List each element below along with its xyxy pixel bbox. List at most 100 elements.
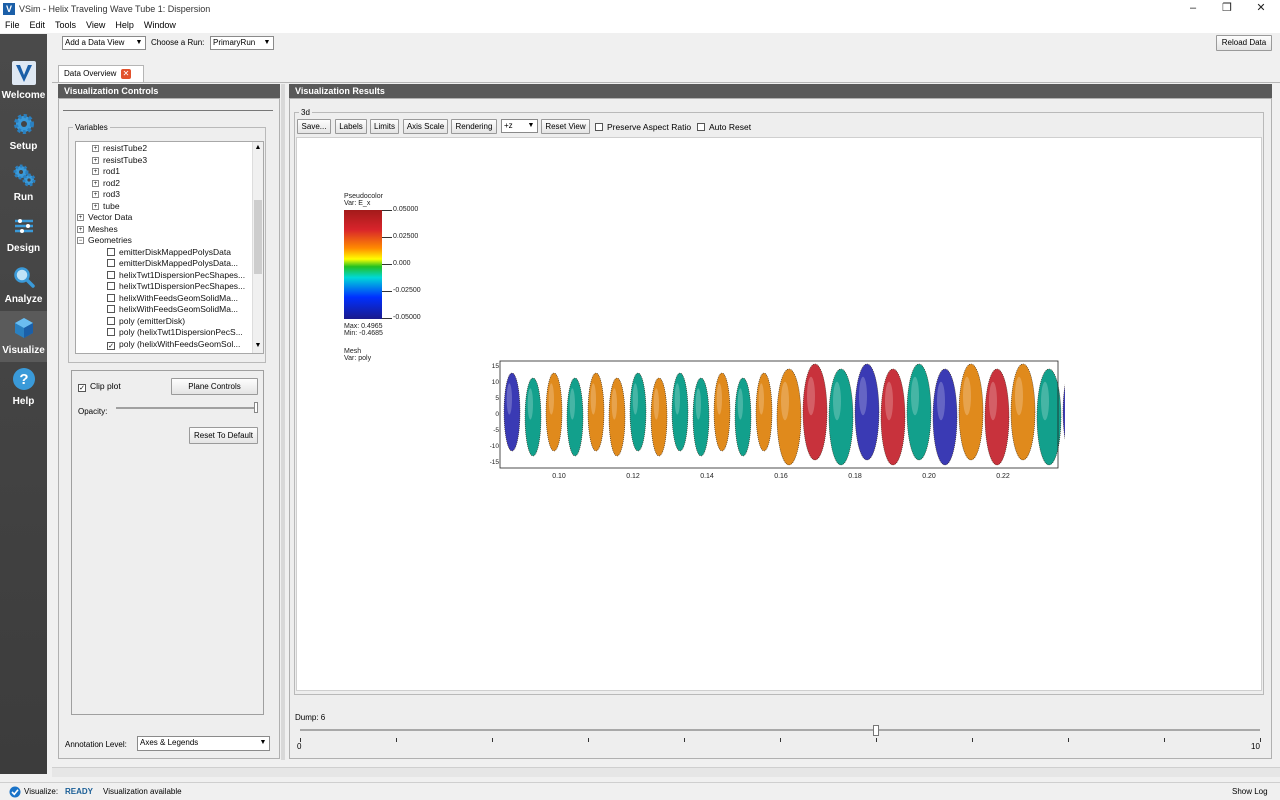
nav-label: Design [6, 243, 41, 254]
tree-item[interactable]: poly (emitterDisk) [107, 316, 185, 327]
choose-run-combo[interactable]: PrimaryRun ▼ [210, 36, 274, 50]
dump-slider[interactable] [300, 729, 1260, 731]
scroll-down-icon[interactable]: ▼ [254, 341, 262, 351]
menu-help[interactable]: Help [110, 20, 139, 30]
tree-item[interactable]: helixWithFeedsGeomSolidMa... [107, 293, 238, 304]
opacity-slider-handle[interactable] [254, 402, 258, 413]
expand-icon[interactable]: + [92, 168, 99, 175]
tree-item[interactable]: + resistTube2 [92, 143, 147, 154]
tree-checkbox[interactable] [107, 328, 115, 336]
menu-file[interactable]: File [0, 20, 25, 30]
tree-item[interactable]: + rod3 [92, 189, 120, 200]
tab-close-icon[interactable]: ✕ [121, 69, 131, 79]
tree-item[interactable]: − Geometries [77, 235, 132, 246]
scroll-thumb[interactable] [254, 200, 262, 274]
variables-tree[interactable]: + resistTube2 + resistTube3 + rod1 + rod2 + rod3 +… [75, 141, 264, 354]
menu-view[interactable]: View [81, 20, 110, 30]
menu-edit[interactable]: Edit [25, 20, 51, 30]
choose-run-label: Choose a Run: [151, 38, 205, 47]
bottom-scrollbar[interactable] [52, 767, 1280, 777]
tree-item-label: poly (emitterDisk) [119, 315, 186, 326]
controls-separator [63, 110, 273, 111]
tree-item[interactable]: emitterDiskMappedPolysData [107, 247, 231, 258]
save-button[interactable]: Save... [297, 119, 331, 134]
axis-scale-button[interactable]: Axis Scale [403, 119, 448, 134]
view-axis-combo[interactable]: +z ▼ [501, 119, 538, 133]
maximize-icon[interactable]: ❐ [1210, 0, 1244, 17]
close-icon[interactable]: ✕ [1244, 0, 1278, 17]
reload-data-button[interactable]: Reload Data [1216, 35, 1272, 51]
preserve-aspect-check[interactable] [595, 123, 603, 131]
reset-view-button[interactable]: Reset View [541, 119, 590, 134]
expand-icon[interactable]: + [92, 145, 99, 152]
opacity-slider[interactable] [116, 407, 258, 409]
annotation-level-combo[interactable]: Axes & Legends ▼ [137, 736, 270, 751]
labels-button[interactable]: Labels [335, 119, 367, 134]
tree-checkbox[interactable] [107, 293, 115, 302]
tree-item[interactable]: + resistTube3 [92, 155, 147, 166]
tree-item[interactable]: helixTwt1DispersionPecShapes... [107, 281, 245, 292]
field-isosurface-blob [545, 372, 563, 452]
variables-title: Variables [73, 123, 110, 132]
tree-item[interactable]: + tube [92, 201, 120, 212]
expand-icon[interactable]: + [77, 225, 84, 233]
dump-slider-handle[interactable] [873, 725, 879, 736]
nav-run[interactable]: Run [0, 158, 47, 209]
rendering-button[interactable]: Rendering [451, 119, 497, 134]
tree-checkbox[interactable] [107, 247, 115, 256]
blob-highlight [911, 376, 919, 416]
tree-checkbox[interactable] [107, 270, 115, 279]
vsim-logo-icon [11, 61, 36, 85]
nav-design[interactable]: Design [0, 209, 47, 260]
plane-controls-button[interactable]: Plane Controls [171, 378, 258, 395]
panel-splitter[interactable] [281, 84, 285, 760]
y-tick-label: 15 [492, 363, 500, 370]
nav-analyze[interactable]: Analyze [0, 260, 47, 311]
tree-item[interactable]: ✓ poly (helixWithFeedsGeomSol... [107, 339, 240, 350]
tree-checkbox[interactable]: ✓ [107, 341, 115, 350]
tree-checkbox[interactable] [107, 305, 115, 313]
tree-item[interactable]: poly (helixTwt1DispersionPecS... [107, 327, 243, 338]
menu-window[interactable]: Window [139, 20, 181, 30]
add-data-view-combo[interactable]: Add a Data View ▼ [62, 36, 146, 50]
expand-icon[interactable]: + [92, 191, 99, 198]
blob-highlight [989, 381, 997, 421]
menu-tools[interactable]: Tools [50, 20, 81, 30]
nav-visualize[interactable]: Visualize [0, 311, 47, 362]
expand-icon[interactable]: + [92, 156, 99, 164]
auto-reset-check[interactable] [697, 123, 705, 131]
tree-checkbox[interactable] [107, 282, 115, 290]
tree-item[interactable]: + rod1 [92, 166, 120, 177]
clip-plot-checkbox[interactable]: ✓ Clip plot [78, 381, 121, 392]
nav-setup[interactable]: Setup [0, 107, 47, 158]
view-axis-value: +z [504, 121, 513, 130]
clip-plot-check[interactable]: ✓ [78, 384, 86, 392]
tree-item[interactable]: + Meshes [77, 224, 118, 235]
collapse-icon[interactable]: − [77, 237, 84, 244]
limits-button[interactable]: Limits [370, 119, 399, 134]
nav-help[interactable]: ? Help [0, 362, 47, 413]
x-tick-label: 0.14 [700, 473, 714, 480]
tree-checkbox[interactable] [107, 316, 115, 325]
tree-item[interactable]: emitterDiskMappedPolysData... [107, 258, 238, 269]
tree-item[interactable]: helixWithFeedsGeomSolidMa... [107, 304, 238, 315]
question-icon: ? [12, 368, 35, 390]
tab-data-overview[interactable]: Data Overview ✕ [58, 65, 144, 82]
tree-item[interactable]: + Vector Data [77, 212, 132, 223]
legend-tick-mark [382, 210, 392, 211]
title-bar: V VSim - Helix Traveling Wave Tube 1: Di… [0, 0, 1280, 17]
tree-item[interactable]: + rod2 [92, 178, 120, 189]
show-log-button[interactable]: Show Log [1232, 787, 1268, 796]
expand-icon[interactable]: + [92, 202, 99, 210]
tree-checkbox[interactable] [107, 259, 115, 267]
minimize-icon[interactable]: – [1176, 0, 1210, 17]
auto-reset-checkbox[interactable]: Auto Reset [697, 122, 751, 132]
reset-default-button[interactable]: Reset To Default [189, 427, 258, 444]
tree-item[interactable]: helixTwt1DispersionPecShapes... [107, 270, 245, 281]
scroll-up-icon[interactable]: ▲ [254, 143, 262, 153]
preserve-aspect-checkbox[interactable]: Preserve Aspect Ratio [595, 122, 691, 132]
tree-scrollbar[interactable]: ▲ ▼ [252, 142, 263, 353]
expand-icon[interactable]: + [92, 179, 99, 187]
nav-welcome[interactable]: Welcome [0, 56, 47, 107]
expand-icon[interactable]: + [77, 214, 84, 221]
